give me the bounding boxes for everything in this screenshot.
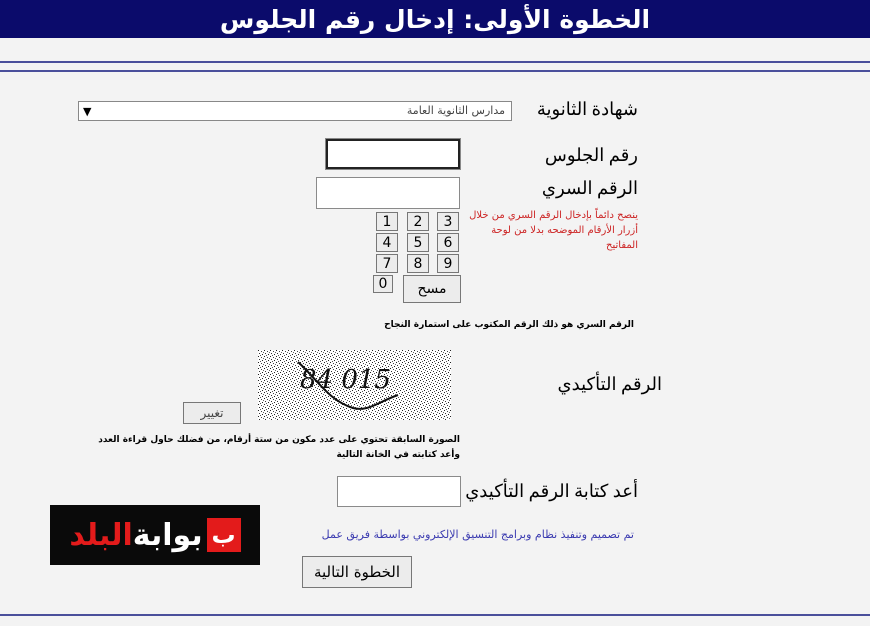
logo-part-2: البلد xyxy=(69,517,133,553)
logo-mark: ب xyxy=(206,518,241,552)
keypad-key-3[interactable]: 3 xyxy=(437,212,459,231)
keypad-key-4[interactable]: 4 xyxy=(376,233,398,252)
captcha-note-1: الصورة السابقة تحتوي على عدد مكون من ستة… xyxy=(98,435,460,445)
keypad-key-5[interactable]: 5 xyxy=(407,233,429,252)
site-logo: ب بوابة البلد xyxy=(50,505,260,565)
captcha-confirm-input[interactable] xyxy=(337,476,461,507)
captcha-text: 84 015 xyxy=(300,365,391,395)
captcha-note-2: وأعد كتابته في الخانة التالية xyxy=(336,450,460,460)
keypad-key-7[interactable]: 7 xyxy=(376,254,398,273)
change-captcha-button[interactable]: تغيير xyxy=(183,402,241,424)
keypad-key-1[interactable]: 1 xyxy=(376,212,398,231)
certificate-select[interactable]: مدارس الثانوية العامة ▼ xyxy=(78,101,512,121)
password-hint: الرقم السري هو ذلك الرقم المكتوب على است… xyxy=(384,320,634,330)
certificate-label: شهادة الثانوية xyxy=(536,99,638,119)
credit-text: تم تصميم وتنفيذ نظام وبرامج التنسيق الإل… xyxy=(321,528,634,541)
keypad-note: ينصح دائماً بإدخال الرقم السري من خلال أ… xyxy=(469,210,638,251)
certificate-selected-value: مدارس الثانوية العامة xyxy=(406,104,505,117)
captcha-image: 84 015 xyxy=(258,350,451,420)
password-input[interactable] xyxy=(316,177,460,209)
logo-part-1: بوابة xyxy=(132,517,203,553)
seat-number-label: رقم الجلوس xyxy=(544,145,638,165)
top-divider-2 xyxy=(0,70,870,72)
seat-number-input[interactable] xyxy=(325,138,461,170)
page-header: الخطوة الأولى: إدخال رقم الجلوس xyxy=(0,0,870,38)
next-step-button[interactable]: الخطوة التالية xyxy=(302,556,412,588)
keypad-key-0[interactable]: 0 xyxy=(373,275,393,293)
captcha-label: الرقم التأكيدي xyxy=(557,374,662,394)
captcha-confirm-label: أعد كتابة الرقم التأكيدي xyxy=(465,481,638,501)
keypad-key-9[interactable]: 9 xyxy=(437,254,459,273)
keypad-key-8[interactable]: 8 xyxy=(407,254,429,273)
page-title: الخطوة الأولى: إدخال رقم الجلوس xyxy=(219,4,651,34)
chevron-down-icon: ▼ xyxy=(83,105,92,118)
keypad-clear-button[interactable]: مسح xyxy=(403,275,461,303)
password-label: الرقم السري xyxy=(541,178,638,198)
keypad-key-6[interactable]: 6 xyxy=(437,233,459,252)
bottom-divider xyxy=(0,614,870,616)
top-divider xyxy=(0,61,870,63)
keypad-key-2[interactable]: 2 xyxy=(407,212,429,231)
